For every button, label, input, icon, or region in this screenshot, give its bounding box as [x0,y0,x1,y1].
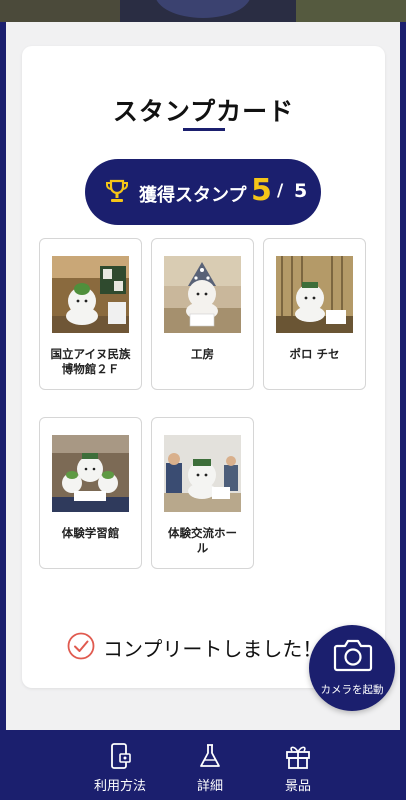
nav-item-usage[interactable]: 利用方法 [75,738,165,796]
stamp-photo-poro-chise [276,256,353,333]
stamp-name: 体験交流ホー ル [168,526,237,555]
earned-separator: / [277,181,284,201]
complete-text: コンプリートしました！ [103,637,323,661]
phone-guide-icon [111,743,131,769]
stamp-item[interactable]: 体験交流ホー ル [151,417,254,569]
nav-item-prizes[interactable]: 景品 [253,738,343,796]
bottom-navigation: 利用方法 詳細 景品 [0,730,406,800]
stamp-card: スタンプカード 獲得スタンプ 5 / 5 国立アイヌ民族 博物館２Ｆ 工房 ポロ… [22,46,385,688]
stamp-item[interactable]: 体験学習館 [39,417,142,569]
hero-image-center [155,0,251,18]
gift-icon [286,746,310,769]
stamp-name: 体験学習館 [61,526,120,540]
nav-label-usage: 利用方法 [93,779,146,794]
stamp-item[interactable]: 国立アイヌ民族 博物館２Ｆ [39,238,142,390]
nav-label-details: 詳細 [196,779,223,794]
check-circle-icon [67,632,95,660]
trophy-icon [106,179,128,202]
stamp-name: 国立アイヌ民族 博物館２Ｆ [50,347,131,376]
card-title: スタンプカード [112,97,295,126]
hero-image-left [0,0,120,22]
earned-total: 5 [294,180,308,202]
stamp-photo-workshop [164,256,241,333]
stamp-item[interactable]: 工房 [151,238,254,390]
flask-icon [200,744,220,767]
stamp-item[interactable]: ポロ チセ [263,238,366,390]
earned-count: 5 [251,173,272,208]
stamp-name: 工房 [191,347,214,361]
earned-label: 獲得スタンプ [139,185,247,206]
stamp-photo-exchange-hall [164,435,241,512]
stamp-photo-museum [52,256,129,333]
earned-stamps-badge: 獲得スタンプ 5 / 5 [85,159,321,225]
hero-image-strip [0,0,406,22]
hero-image-right [296,0,406,22]
nav-label-prizes: 景品 [284,779,311,794]
stamp-photo-learning-hall [52,435,129,512]
nav-item-details[interactable]: 詳細 [165,738,255,796]
page-content: スタンプカード 獲得スタンプ 5 / 5 国立アイヌ民族 博物館２Ｆ 工房 ポロ… [6,22,400,730]
title-underline [183,128,225,131]
camera-icon [333,639,373,672]
camera-button-label: カメラを起動 [320,684,384,696]
camera-launch-button[interactable]: カメラを起動 [309,625,395,711]
stamp-name: ポロ チセ [289,347,340,361]
